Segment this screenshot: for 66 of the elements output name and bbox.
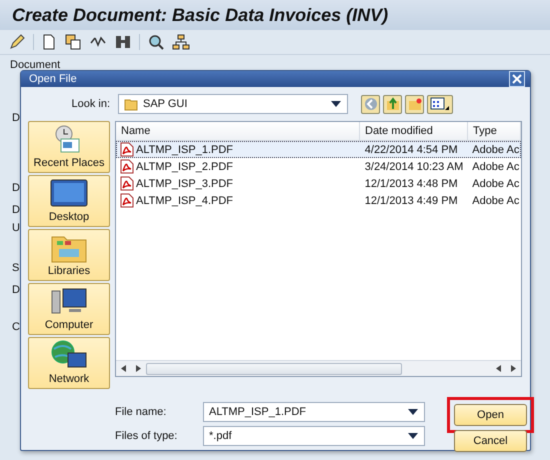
- field-label: D: [12, 182, 20, 194]
- field-label: S: [12, 262, 20, 274]
- open-button[interactable]: Open: [454, 404, 527, 426]
- file-row[interactable]: ALTMP_ISP_4.PDF 12/1/2013 4:49 PM Adobe Ac: [116, 192, 521, 209]
- field-label: D: [12, 112, 20, 124]
- field-label: U: [12, 222, 20, 234]
- file-name: ALTMP_ISP_1.PDF: [136, 144, 233, 156]
- table-cell-text: 3/24/2014 10:23 AM: [364, 160, 464, 172]
- dialog-title: Open File: [29, 73, 77, 85]
- table-cell-text: Adobe Ac: [471, 160, 520, 172]
- table-cell-text: Adobe Ac: [471, 178, 520, 190]
- column-header[interactable]: Date modified: [360, 122, 468, 140]
- table-cell-text: 4/22/2014 4:54 PM: [364, 144, 459, 156]
- caret-icon: [331, 101, 341, 107]
- table-cell-text: 12/1/2013 4:49 PM: [364, 194, 459, 206]
- binoculars-icon[interactable]: [114, 33, 132, 51]
- places-item[interactable]: Libraries: [28, 229, 110, 281]
- back-button[interactable]: [361, 94, 380, 114]
- copy-icon[interactable]: [64, 33, 82, 51]
- section-title: Document: [10, 59, 60, 71]
- file-name: ALTMP_ISP_4.PDF: [136, 194, 233, 206]
- places-item[interactable]: Computer: [28, 283, 110, 335]
- field-label: C: [12, 321, 20, 333]
- places-item[interactable]: Recent Places: [28, 121, 110, 173]
- caret-icon: [408, 409, 418, 415]
- places-item[interactable]: Network: [28, 337, 110, 389]
- file-name-field[interactable]: ALTMP_ISP_1.PDF: [203, 402, 425, 422]
- pdf-file-icon: [120, 193, 134, 208]
- file-row[interactable]: ALTMP_ISP_2.PDF 3/24/2014 10:23 AM Adobe Ac: [116, 158, 521, 175]
- field-label: D: [12, 284, 20, 296]
- hierarchy-icon[interactable]: [172, 33, 190, 51]
- scroll-right-icon[interactable]: [136, 365, 141, 372]
- pdf-file-icon: [120, 142, 134, 157]
- close-button[interactable]: [509, 71, 525, 87]
- table-cell-text: Adobe Ac: [471, 144, 520, 156]
- pdf-file-icon: [120, 159, 134, 174]
- scroll-left-icon[interactable]: [496, 365, 501, 372]
- pdf-file-icon: [120, 176, 134, 191]
- look-in-dropdown[interactable]: SAP GUI: [118, 94, 348, 114]
- file-type-label: Files of type:: [115, 430, 178, 442]
- file-row[interactable]: ALTMP_ISP_3.PDF 12/1/2013 4:48 PM Adobe Ac: [116, 175, 521, 192]
- caret-icon: [408, 433, 418, 439]
- window-title: Create Document: Basic Data Invoices (INV): [12, 4, 388, 26]
- places-item[interactable]: Desktop: [28, 175, 110, 227]
- scroll-left-icon[interactable]: [121, 365, 126, 372]
- table-cell-text: 12/1/2013 4:48 PM: [364, 178, 459, 190]
- folder-icon: [124, 97, 138, 111]
- scroll-right-icon[interactable]: [511, 365, 516, 372]
- up-folder-button[interactable]: [383, 94, 402, 114]
- look-in-label: Look in:: [70, 98, 110, 110]
- cancel-button[interactable]: Cancel: [454, 430, 527, 452]
- table-cell-text: Adobe Ac: [471, 194, 520, 206]
- magnifier-icon[interactable]: [147, 33, 165, 51]
- file-row[interactable]: ALTMP_ISP_1.PDF 4/22/2014 4:54 PM Adobe Ac: [116, 141, 521, 158]
- new-folder-button[interactable]: [405, 94, 424, 114]
- file-name: ALTMP_ISP_3.PDF: [136, 178, 233, 190]
- file-type-dropdown[interactable]: *.pdf: [203, 426, 425, 446]
- view-menu-button[interactable]: [427, 94, 453, 114]
- pencil-icon[interactable]: [8, 33, 26, 51]
- file-name-label: File name:: [115, 406, 168, 418]
- column-header[interactable]: Name: [116, 122, 360, 140]
- file-name: ALTMP_ISP_2.PDF: [136, 160, 233, 172]
- column-header[interactable]: Type: [468, 122, 521, 140]
- new-document-icon[interactable]: [41, 33, 57, 51]
- scrollbar-thumb[interactable]: [146, 362, 402, 374]
- field-label: D: [12, 204, 20, 216]
